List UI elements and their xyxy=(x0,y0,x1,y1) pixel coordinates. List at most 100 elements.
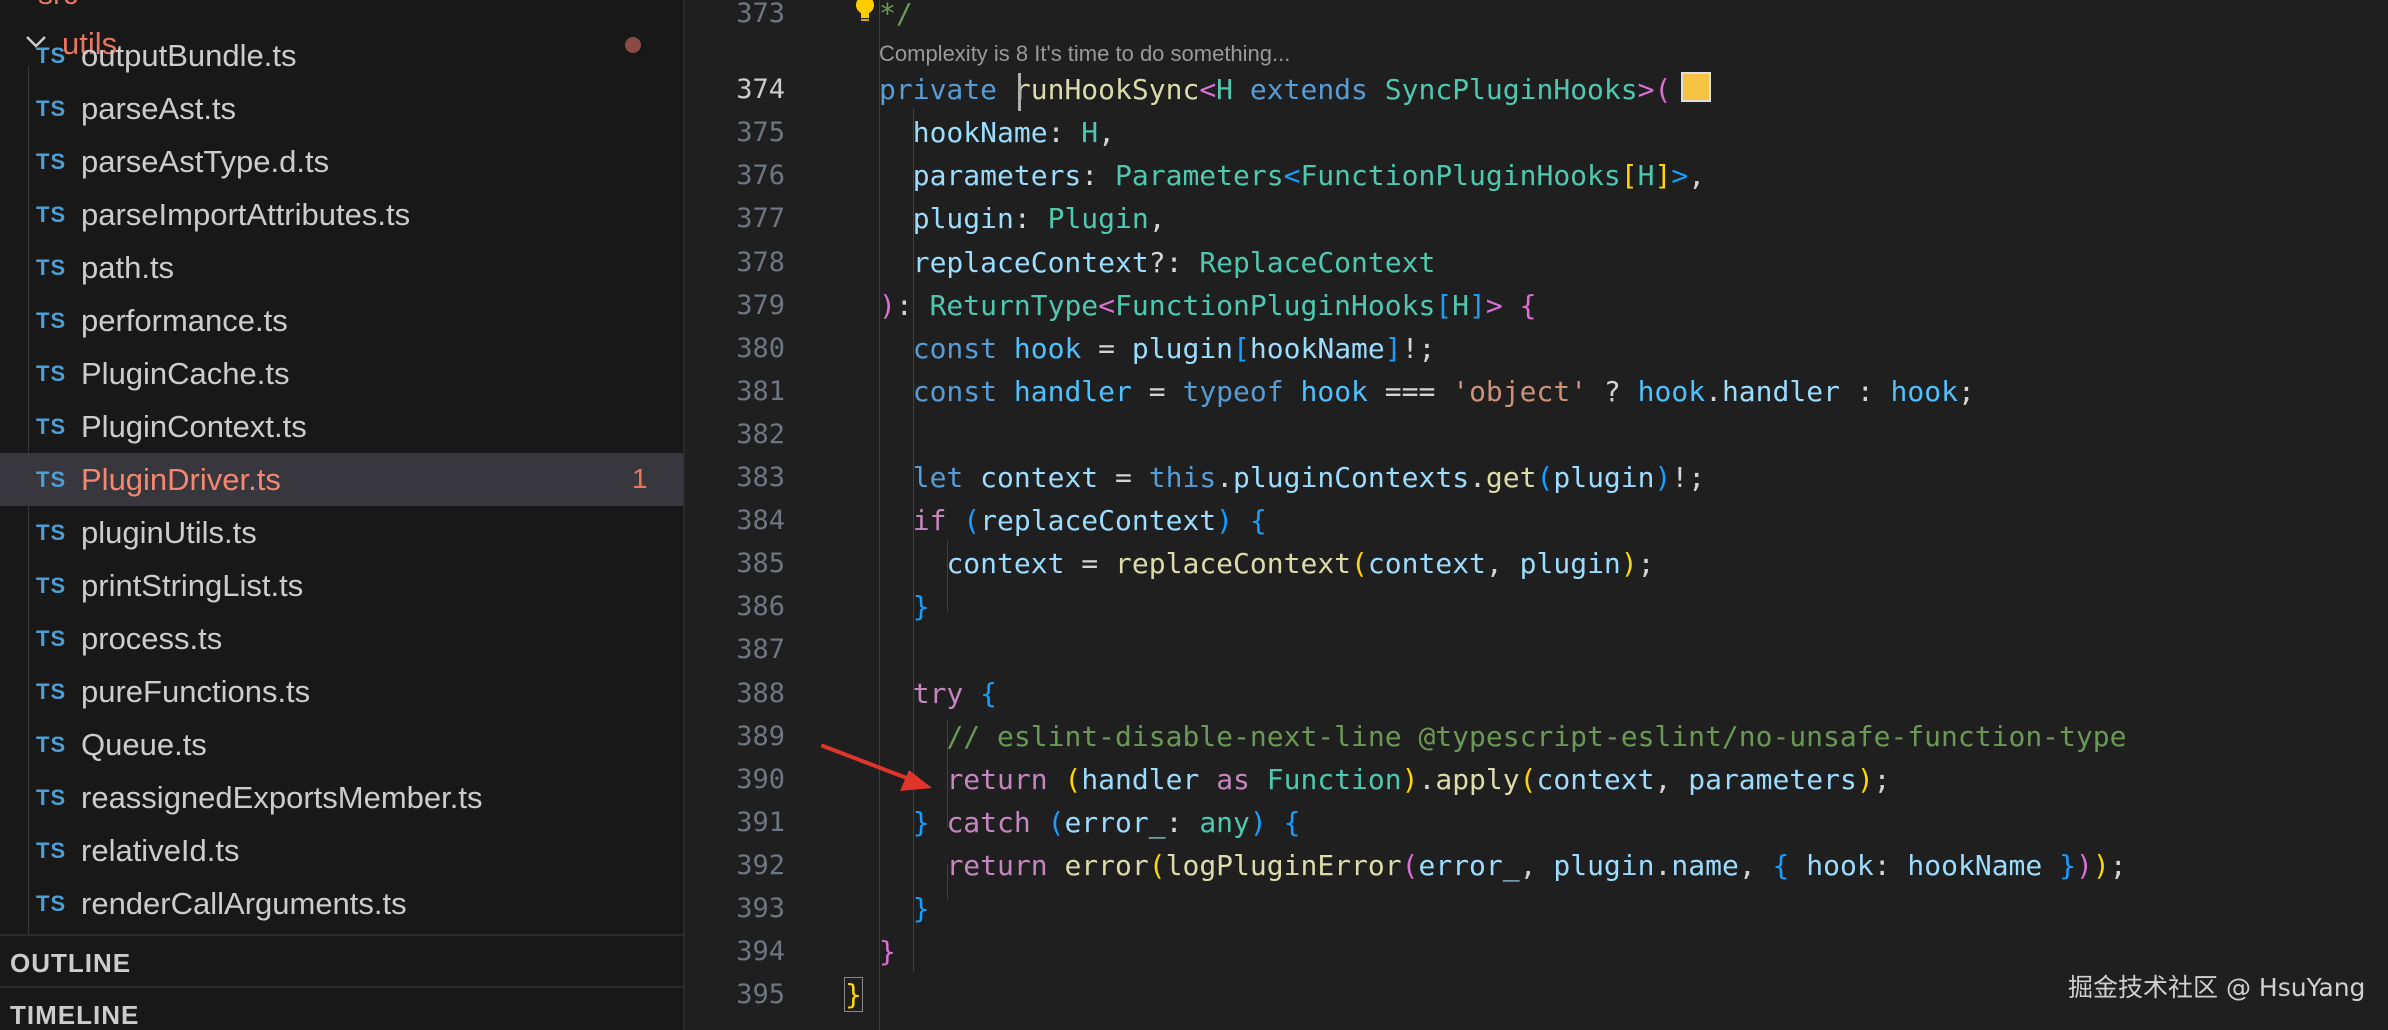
file-name: performance.ts xyxy=(81,303,288,338)
file-name: outputBundle.ts xyxy=(81,38,297,73)
line-number: 388 xyxy=(736,678,785,709)
file-item[interactable]: TS pluginUtils.ts xyxy=(0,506,683,559)
file-name: Queue.ts xyxy=(81,727,207,762)
file-name: parseAst.ts xyxy=(81,91,237,126)
file-item[interactable]: TS performance.ts xyxy=(0,294,683,347)
code-line: return (handler as Function).apply(conte… xyxy=(946,763,1891,796)
code-line: */ xyxy=(879,0,913,30)
timeline-title: TIMELINE xyxy=(10,1000,140,1030)
typescript-file-icon: TS xyxy=(36,679,67,704)
line-number: 383 xyxy=(736,462,785,493)
typescript-file-icon: TS xyxy=(36,202,67,227)
explorer-sidebar: src utils TSoutputBundle.tsTSparseAst.ts… xyxy=(0,0,685,1030)
line-number: 377 xyxy=(736,203,785,234)
file-name: PluginCache.ts xyxy=(81,356,290,391)
file-item[interactable]: TS renderCallArguments.ts xyxy=(0,877,683,930)
outline-title: OUTLINE xyxy=(10,948,132,978)
watermark: 掘金技术社区 @ HsuYang xyxy=(2068,973,2366,1002)
code-line: hookName: H, xyxy=(912,116,1116,149)
file-name: process.ts xyxy=(81,621,223,656)
code-line: const handler = typeof hook === 'object'… xyxy=(912,375,1975,408)
typescript-file-icon: TS xyxy=(36,626,67,651)
file-name: relativeId.ts xyxy=(81,833,240,868)
typescript-file-icon: TS xyxy=(36,573,67,598)
file-name: pureFunctions.ts xyxy=(81,674,311,709)
typescript-file-icon: TS xyxy=(36,414,67,439)
code-line: private runHookSync<H extends SyncPlugin… xyxy=(879,72,1712,108)
typescript-file-icon: TS xyxy=(36,149,67,174)
outline-panel-header[interactable]: OUTLINE xyxy=(0,934,683,988)
typescript-file-icon: TS xyxy=(36,467,67,492)
partial-folder-label[interactable]: src xyxy=(38,0,78,12)
code-line: } xyxy=(844,977,863,1012)
file-name: pluginUtils.ts xyxy=(81,515,257,550)
typescript-file-icon: TS xyxy=(36,838,67,863)
file-name: parseImportAttributes.ts xyxy=(81,197,411,232)
line-number: 382 xyxy=(736,419,785,450)
file-item[interactable]: TS Queue.ts xyxy=(0,718,683,771)
line-number: 385 xyxy=(736,548,785,579)
line-number: 386 xyxy=(736,591,785,622)
typescript-file-icon: TS xyxy=(36,732,67,757)
file-name: PluginContext.ts xyxy=(81,409,307,444)
code-line: try { xyxy=(912,677,998,710)
file-item[interactable]: TS reassignedExportsMember.ts xyxy=(0,771,683,824)
typescript-file-icon: TS xyxy=(36,43,67,68)
file-name: parseAstType.d.ts xyxy=(81,144,330,179)
typescript-file-icon: TS xyxy=(36,255,67,280)
code-line: plugin: Plugin, xyxy=(912,202,1166,235)
problem-count-badge: 1 xyxy=(632,463,648,494)
line-number: 379 xyxy=(736,290,785,321)
code-editor[interactable]: 373 374 375 376 377 378 379 380 381 382 383 384 385 3… xyxy=(685,0,2388,1030)
lightbulb-icon[interactable] xyxy=(849,0,881,24)
file-item[interactable]: TS PluginContext.ts xyxy=(0,400,683,453)
code-line: return error(logPluginError(error_, plug… xyxy=(946,849,2127,882)
code-line: if (replaceContext) { xyxy=(912,504,1267,537)
typescript-file-icon: TS xyxy=(36,308,67,333)
code-line: } xyxy=(912,892,930,925)
line-number: 392 xyxy=(736,850,785,881)
typescript-file-icon: TS xyxy=(36,891,67,916)
line-number: 375 xyxy=(736,117,785,148)
typescript-file-icon: TS xyxy=(36,96,67,121)
file-item[interactable]: TS printStringList.ts xyxy=(0,559,683,612)
line-number: 373 xyxy=(736,0,785,29)
line-number: 374 xyxy=(736,74,785,105)
text-cursor xyxy=(1018,73,1021,111)
line-number: 391 xyxy=(736,807,785,838)
file-name: reassignedExportsMember.ts xyxy=(81,780,483,815)
code-line: } catch (error_: any) { xyxy=(912,806,1301,839)
code-line: replaceContext?: ReplaceContext xyxy=(912,246,1436,279)
typescript-file-icon: TS xyxy=(36,785,67,810)
code-line: } xyxy=(912,590,930,623)
line-number: 395 xyxy=(736,979,785,1010)
file-item[interactable]: TS parseAst.ts xyxy=(0,82,683,135)
line-number: 387 xyxy=(736,634,785,665)
code-line: context = replaceContext(context, plugin… xyxy=(946,547,1655,580)
code-line: // eslint-disable-next-line @typescript-… xyxy=(946,720,2127,753)
typescript-file-icon: TS xyxy=(36,361,67,386)
file-item[interactable]: TS parseAstType.d.ts xyxy=(0,135,683,188)
file-name: printStringList.ts xyxy=(81,568,304,603)
timeline-panel-header[interactable]: TIMELINE xyxy=(0,986,683,1030)
file-name: renderCallArguments.ts xyxy=(81,886,407,921)
file-item[interactable]: TS PluginDriver.ts 1 xyxy=(0,453,683,506)
codelens-complexity[interactable]: Complexity is 8 It's time to do somethin… xyxy=(879,36,1290,72)
file-item[interactable]: TS PluginCache.ts xyxy=(0,347,683,400)
line-number: 394 xyxy=(736,936,785,967)
file-name: PluginDriver.ts xyxy=(81,462,281,497)
line-number: 378 xyxy=(736,247,785,278)
line-number: 381 xyxy=(736,376,785,407)
code-line: } xyxy=(879,935,896,968)
file-item[interactable]: TS path.ts xyxy=(0,241,683,294)
line-number: 376 xyxy=(736,160,785,191)
line-number: 390 xyxy=(736,764,785,795)
file-item[interactable]: TS process.ts xyxy=(0,612,683,665)
file-item[interactable]: TS relativeId.ts xyxy=(0,824,683,877)
line-number: 380 xyxy=(736,333,785,364)
file-item[interactable]: TS outputBundle.ts xyxy=(0,29,683,82)
file-item[interactable]: TS pureFunctions.ts xyxy=(0,665,683,718)
file-item[interactable]: TS parseImportAttributes.ts xyxy=(0,188,683,241)
color-swatch xyxy=(1681,72,1712,102)
line-number: 384 xyxy=(736,505,785,536)
